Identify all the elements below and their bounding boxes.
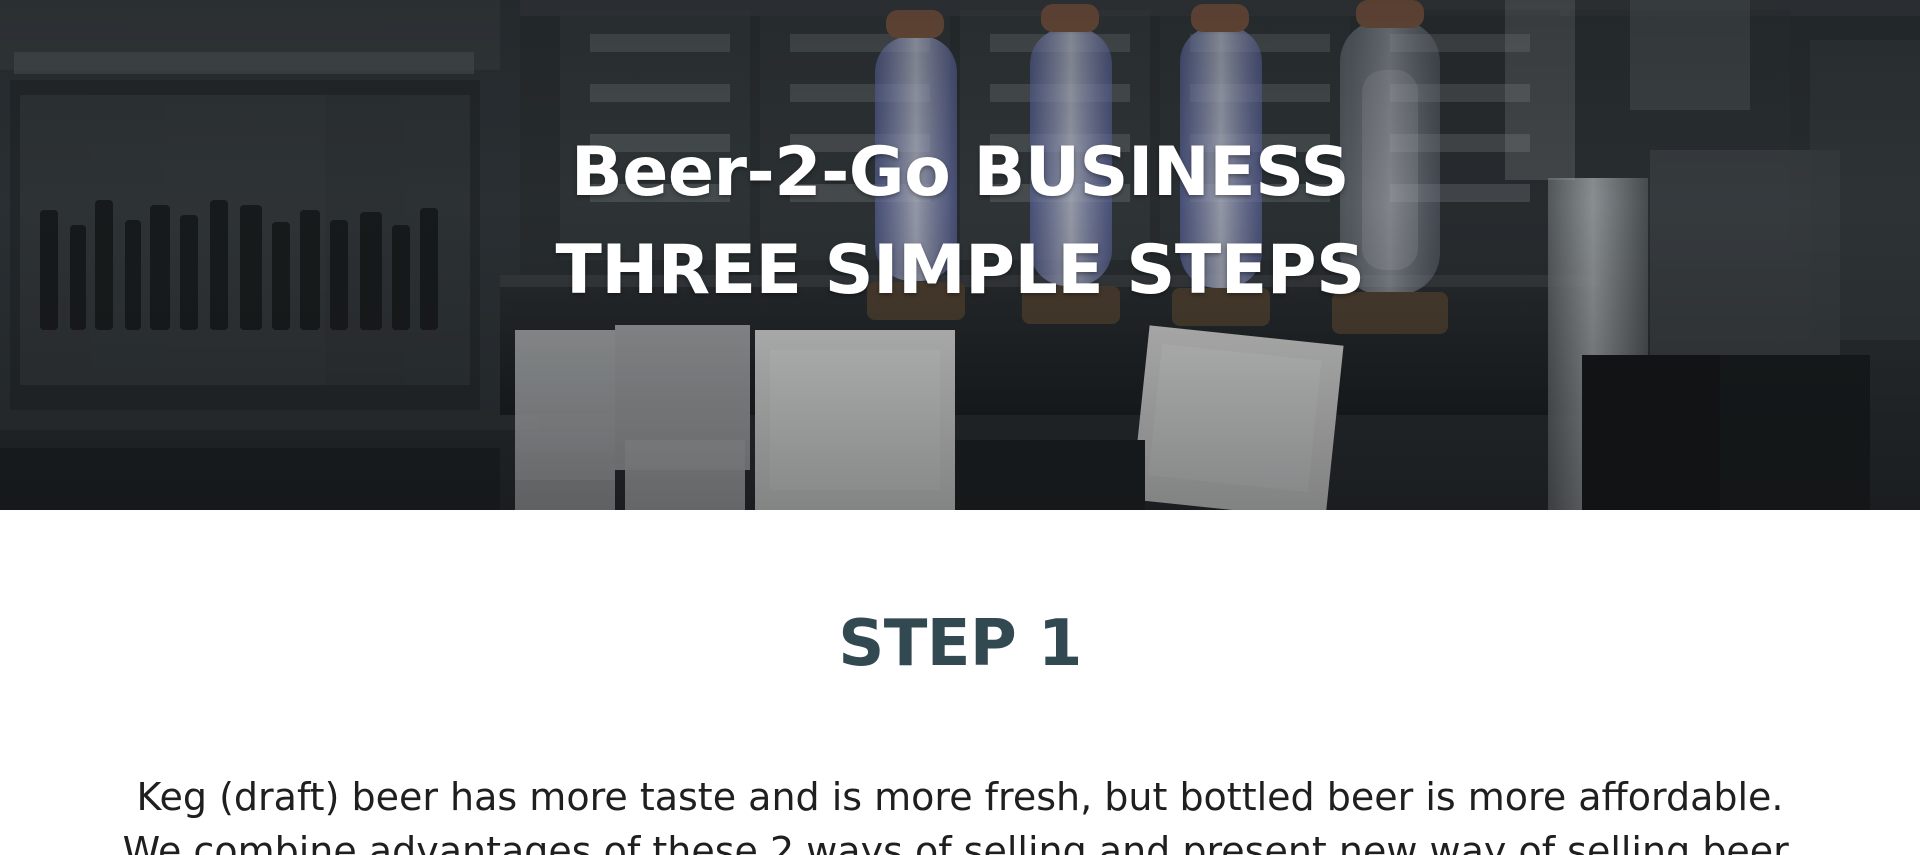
hero-title-line-1: Beer-2-Go BUSINESS — [570, 132, 1350, 212]
step-description: Keg (draft) beer has more taste and is m… — [0, 770, 1920, 855]
step-description-line-2: We combine advantages of these 2 ways of… — [122, 829, 1798, 855]
step-title: STEP 1 — [838, 607, 1082, 682]
hero-title: Beer-2-Go BUSINESS THREE SIMPLE STEPS — [0, 124, 1920, 320]
hero-title-line-2: THREE SIMPLE STEPS — [555, 230, 1365, 310]
hero-banner: Beer-2-Go BUSINESS THREE SIMPLE STEPS — [0, 0, 1920, 510]
page: Beer-2-Go BUSINESS THREE SIMPLE STEPS ST… — [0, 0, 1920, 855]
step-description-line-1: Keg (draft) beer has more taste and is m… — [136, 775, 1784, 819]
